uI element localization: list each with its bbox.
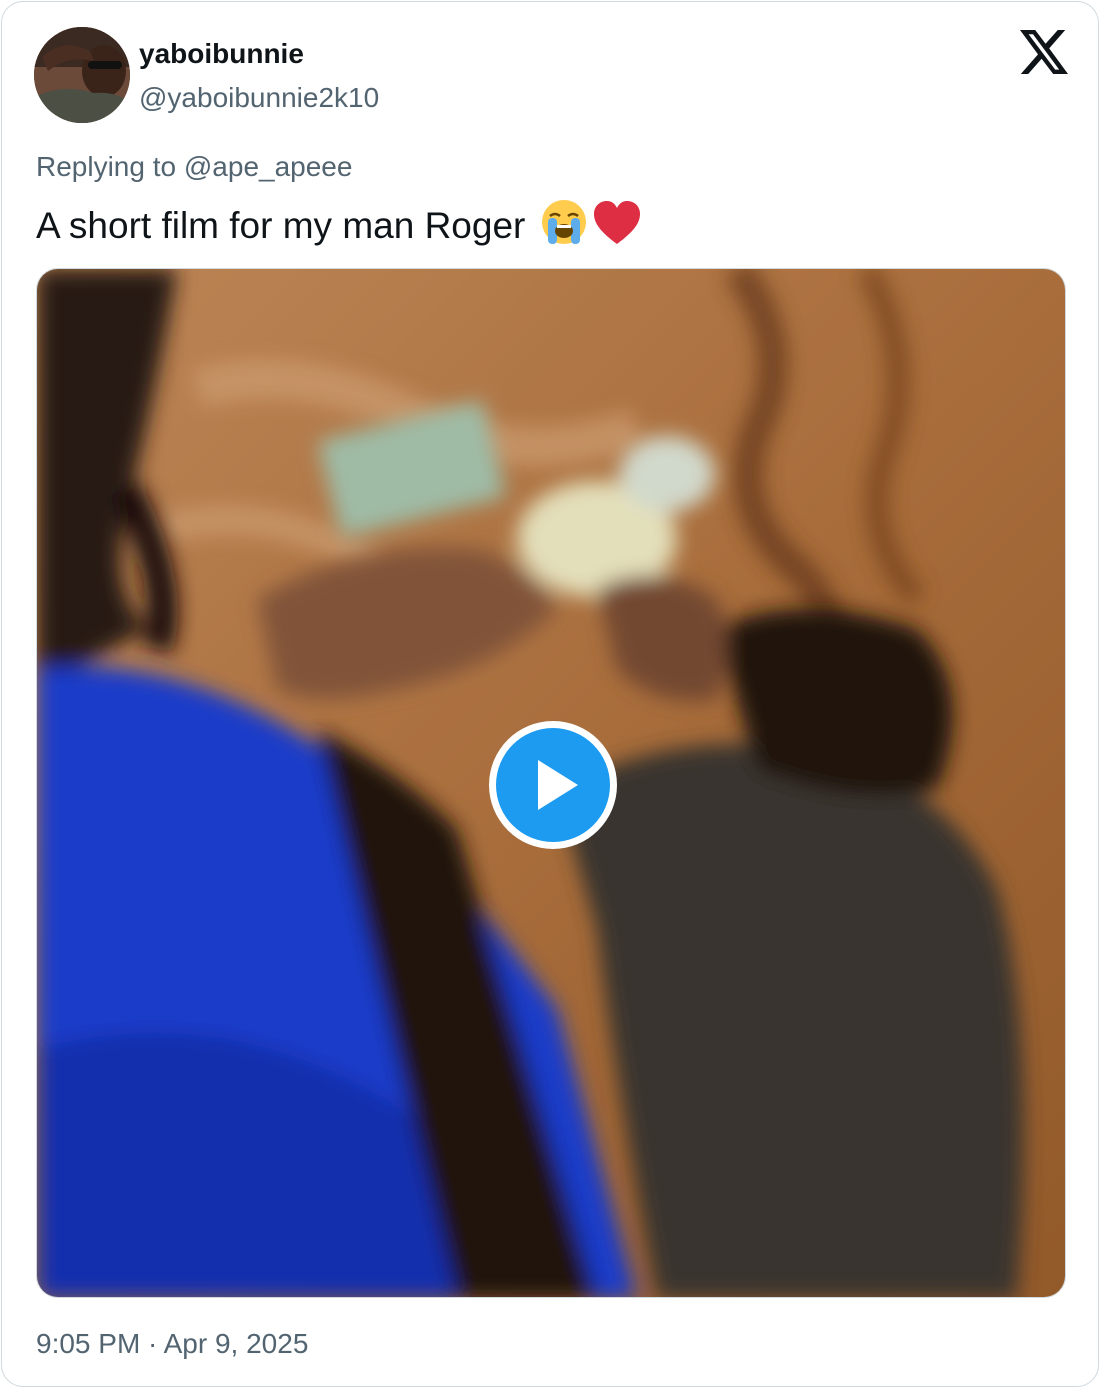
avatar-image [34, 27, 130, 123]
author-avatar[interactable] [34, 27, 130, 123]
reply-mention-link[interactable]: @ape_apeee [184, 151, 353, 182]
play-icon [489, 721, 617, 849]
loudly-crying-face-emoji [540, 198, 588, 257]
replying-to: Replying to @ape_apeee [36, 149, 352, 185]
author-display-name[interactable]: yaboibunnie [139, 36, 304, 72]
play-button[interactable] [486, 718, 620, 852]
tweet-text-body: A short film for my man Roger [36, 205, 526, 246]
author-handle[interactable]: @yaboibunnie2k10 [139, 80, 379, 116]
red-heart-emoji [592, 200, 642, 257]
tweet-timestamp[interactable]: 9:05 PM · Apr 9, 2025 [36, 1326, 308, 1362]
tweet-text: A short film for my man Roger [36, 198, 642, 257]
replying-to-label: Replying to [36, 151, 177, 182]
tweet-card: yaboibunnie @yaboibunnie2k10 Replying to… [1, 1, 1099, 1387]
x-logo-icon[interactable] [1020, 30, 1068, 74]
